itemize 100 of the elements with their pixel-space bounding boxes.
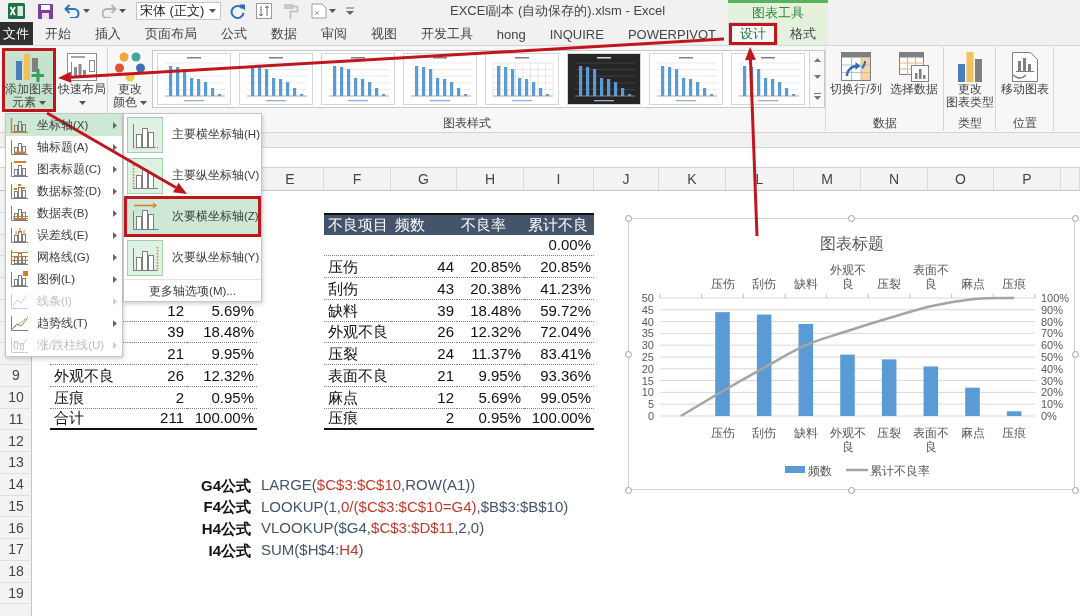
column-header[interactable]: G [391, 168, 457, 190]
resize-handle[interactable] [624, 350, 632, 358]
chart-frame[interactable]: 图表标题 0 5 10 15 20 25 30 35 40 45 50 0% 10% 20% 30% 40% 50% 60% 70% 80% 90% 100% 压伤 刮伤 缺料 外观不良 压裂 表面不良 麻点 压痕 压伤 刮伤 缺料 外观不良 压裂 表面不良 麻点 压痕 频数 累计不良率 [628, 218, 1075, 490]
row-header[interactable]: 14 [0, 473, 32, 496]
sort-icon[interactable] [256, 3, 272, 19]
caret-icon[interactable] [329, 9, 336, 13]
table-header-cell: 累计不良 [524, 212, 594, 235]
expand-gallery-icon[interactable] [813, 93, 821, 101]
ribbon-tab[interactable]: POWERPIVOT [615, 22, 728, 45]
ribbon-button[interactable]: 添加图表 元素 [2, 48, 56, 112]
column-header[interactable]: K [659, 168, 726, 190]
column-header[interactable]: P [994, 168, 1061, 190]
axis-label: 压裂 [877, 426, 902, 440]
chart-style-thumbnail[interactable] [157, 53, 231, 105]
column-header[interactable]: L [726, 168, 794, 190]
ribbon-tab[interactable]: 公式 [208, 22, 259, 45]
resize-handle[interactable] [624, 214, 632, 222]
submenu-arrow-icon [113, 209, 117, 217]
chart-style-thumbnail[interactable] [239, 53, 313, 105]
caret-icon[interactable] [119, 9, 126, 13]
column-header[interactable]: N [861, 168, 928, 190]
ribbon-tab[interactable]: 页面布局 [132, 22, 209, 45]
row-header[interactable]: 12 [0, 430, 32, 452]
menu-item[interactable]: 网格线(G) [6, 246, 122, 268]
menu-item[interactable]: 数据标签(D) [6, 180, 122, 202]
ribbon-button[interactable]: 移动图表 [998, 48, 1052, 112]
ribbon-tab[interactable]: hong [484, 22, 538, 45]
row-header[interactable]: 19 [0, 582, 32, 605]
resize-handle[interactable] [1071, 214, 1079, 222]
ribbon-button[interactable]: 更改 颜色 [110, 48, 150, 112]
ribbon-button[interactable]: 更改 图表类型 [946, 48, 994, 112]
menu-item[interactable]: 图例(L) [6, 268, 122, 290]
scroll-up-icon[interactable] [813, 57, 821, 62]
chart-style-thumbnail[interactable] [403, 53, 477, 105]
resize-handle[interactable] [848, 214, 855, 222]
column-header[interactable]: H [457, 168, 524, 190]
ribbon-tab[interactable]: 视图 [358, 22, 409, 45]
row-header[interactable]: 11 [0, 408, 32, 431]
ribbon-tab[interactable]: 审阅 [308, 22, 359, 45]
table-cell: 72.04% [524, 321, 594, 344]
row-header[interactable]: 16 [0, 517, 32, 539]
resize-handle[interactable] [1071, 350, 1079, 358]
axis-label: 麻点 [960, 277, 985, 291]
resize-handle[interactable] [624, 486, 632, 494]
save-icon[interactable] [38, 3, 53, 19]
ribbon-tab[interactable]: 数据 [258, 22, 309, 45]
menu-item[interactable]: 数据表(B) [6, 202, 122, 224]
chart-style-thumbnail[interactable] [321, 53, 395, 105]
column-header[interactable]: M [794, 168, 861, 190]
resize-handle[interactable] [1071, 486, 1079, 494]
trend-line-icon [10, 315, 28, 331]
font-dropdown[interactable]: 宋体 (正文) [136, 2, 221, 20]
formula-text: LOOKUP(1,0/($C$3:$C$10=G4),$B$3:$B$10) [260, 496, 570, 517]
axis-tick-label: 25 [641, 351, 654, 363]
excel-logo-icon[interactable] [8, 3, 25, 19]
menu-item[interactable]: 误差线(E) [6, 224, 122, 246]
chart-style-thumbnail[interactable] [567, 53, 641, 105]
column-header[interactable]: F [324, 168, 391, 190]
ribbon-button[interactable]: 切换行/列 [828, 48, 884, 112]
axis-tick-label: 30% [1041, 374, 1064, 387]
menu-item[interactable]: 图表标题(C) [6, 158, 122, 180]
customize-icon[interactable] [346, 7, 354, 15]
menu-item[interactable]: 轴标题(A) [6, 136, 122, 158]
ribbon-tab[interactable]: 插入 [82, 22, 133, 45]
axis-label: 刮伤 [752, 277, 777, 291]
ribbon-tab[interactable]: 开始 [32, 22, 83, 45]
scroll-down-icon[interactable] [813, 75, 821, 80]
column-header[interactable]: O [928, 168, 994, 190]
refresh-icon[interactable] [230, 3, 245, 19]
axis-tick-label: 5 [647, 398, 654, 411]
ribbon-button[interactable]: 快速布局 [58, 48, 106, 112]
caret-icon[interactable] [83, 9, 90, 13]
menu-item[interactable]: 趋势线(T) [6, 312, 122, 334]
row-header[interactable]: 13 [0, 452, 32, 474]
menu-item[interactable]: 主要横坐标轴(H) [124, 114, 261, 155]
menu-item[interactable]: 次要横坐标轴(Z) [124, 196, 261, 237]
chart-style-thumbnail[interactable] [485, 53, 559, 105]
column-header[interactable]: J [594, 168, 659, 190]
row-header[interactable]: 9 [0, 365, 32, 387]
ribbon-tab[interactable]: 设计 [728, 22, 778, 45]
file-tab[interactable]: 文件 [0, 22, 33, 45]
menu-item[interactable]: 次要纵坐标轴(Y) [124, 237, 261, 278]
submenu-arrow-icon [113, 341, 117, 349]
table-cell: 99.05% [524, 386, 594, 409]
undo-icon[interactable] [64, 4, 80, 18]
row-header[interactable]: 17 [0, 539, 32, 561]
axis-tick-label: 50 [641, 292, 654, 304]
ribbon-button[interactable]: 选择数据 [886, 48, 942, 112]
column-header[interactable]: I [524, 168, 594, 190]
ribbon-tab[interactable]: INQUIRE [537, 22, 616, 45]
chart-style-thumbnail[interactable] [649, 53, 723, 105]
row-header[interactable]: 10 [0, 386, 32, 409]
row-header[interactable]: 15 [0, 495, 32, 518]
menu-item[interactable]: 更多轴选项(M)... [124, 279, 261, 302]
ribbon-tab[interactable]: 格式 [778, 22, 828, 45]
row-header[interactable]: 18 [0, 560, 32, 583]
axis-label: 缺料 [793, 277, 818, 291]
chart-style-thumbnail[interactable] [731, 53, 805, 105]
resize-handle[interactable] [848, 486, 855, 494]
ribbon-tab[interactable]: 开发工具 [408, 22, 485, 45]
